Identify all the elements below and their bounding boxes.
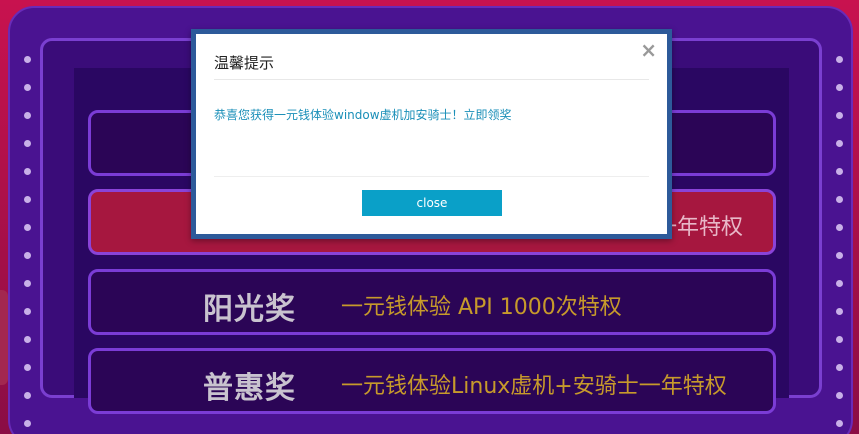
frame-light xyxy=(836,420,843,427)
prize-title: 阳光奖 xyxy=(203,292,296,327)
frame-light xyxy=(24,56,31,63)
frame-light xyxy=(836,308,843,315)
dialog-message: 恭喜您获得一元钱体验window虚机加安骑士！立即领奖 xyxy=(214,108,512,122)
prize-desc: 一元钱体验Linux虚机+安骑士一年特权 xyxy=(341,374,727,399)
frame-light xyxy=(836,168,843,175)
lottery-page: 一年特权 阳光奖 一元钱体验 API 1000次特权 普惠奖 一元钱体验Linu… xyxy=(0,0,859,434)
frame-light xyxy=(836,364,843,371)
dialog-title: 温馨提示 xyxy=(214,54,275,72)
notice-dialog: 温馨提示 × 恭喜您获得一元钱体验window虚机加安骑士！立即领奖 close xyxy=(191,29,672,239)
prize-desc: 一元钱体验 API 1000次特权 xyxy=(341,295,622,320)
frame-light xyxy=(836,280,843,287)
frame-light xyxy=(24,224,31,231)
close-icon[interactable]: × xyxy=(640,40,657,60)
side-decoration xyxy=(0,290,8,385)
frame-light xyxy=(24,280,31,287)
frame-light xyxy=(24,84,31,91)
prize-title: 普惠奖 xyxy=(203,371,296,406)
frame-light xyxy=(836,196,843,203)
frame-light xyxy=(836,56,843,63)
frame-light xyxy=(24,308,31,315)
frame-light xyxy=(24,392,31,399)
frame-light xyxy=(24,112,31,119)
frame-light xyxy=(836,392,843,399)
frame-light xyxy=(24,420,31,427)
frame-light xyxy=(836,336,843,343)
frame-light xyxy=(24,168,31,175)
frame-light xyxy=(836,224,843,231)
dialog-divider xyxy=(214,79,649,80)
frame-light xyxy=(24,336,31,343)
frame-light xyxy=(24,252,31,259)
frame-light xyxy=(836,84,843,91)
frame-light xyxy=(24,140,31,147)
frame-light xyxy=(24,364,31,371)
frame-light xyxy=(836,252,843,259)
prize-row-4: 普惠奖 一元钱体验Linux虚机+安骑士一年特权 xyxy=(88,348,776,414)
frame-light xyxy=(836,140,843,147)
frame-light xyxy=(836,112,843,119)
close-button[interactable]: close xyxy=(362,190,502,216)
frame-light xyxy=(24,196,31,203)
dialog-divider xyxy=(214,176,649,177)
prize-row-3: 阳光奖 一元钱体验 API 1000次特权 xyxy=(88,269,776,335)
